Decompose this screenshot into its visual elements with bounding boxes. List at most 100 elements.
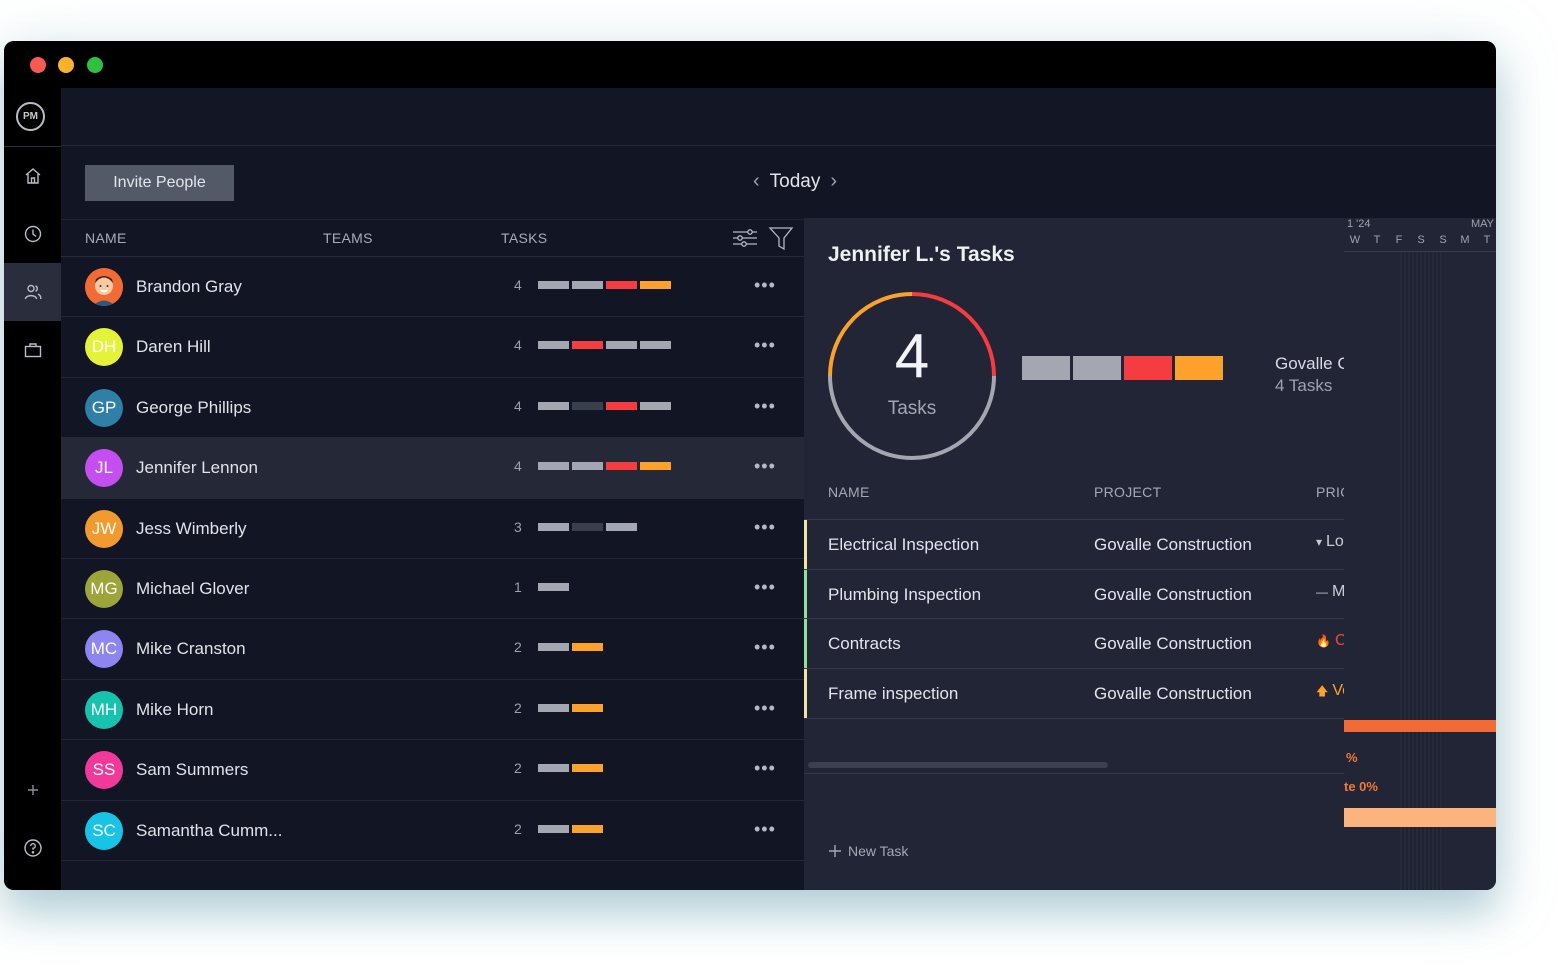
app-logo[interactable]: PM — [16, 102, 45, 131]
task-project: Govalle Construction — [1094, 584, 1252, 604]
task-count: 2 — [514, 820, 522, 837]
task-row[interactable]: Contracts Govalle Construction 🔥Critical — [804, 619, 1346, 670]
task-status-segment-red — [606, 281, 637, 289]
avatar: MH — [85, 690, 123, 729]
more-options-icon[interactable]: ••• — [754, 275, 776, 296]
sidebar-item-portfolio[interactable] — [4, 321, 61, 379]
person-row[interactable]: JL Jennifer Lennon 4 ••• — [61, 438, 804, 499]
task-count: 3 — [514, 518, 522, 535]
person-row[interactable]: Brandon Gray 4 ••• — [61, 257, 804, 318]
task-column-name[interactable]: NAME — [828, 484, 870, 500]
person-row[interactable]: SS Sam Summers 2 ••• — [61, 740, 804, 801]
person-row[interactable]: DH Daren Hill 4 ••• — [61, 317, 804, 378]
task-status-bars — [538, 703, 603, 712]
close-window-button[interactable] — [30, 57, 46, 73]
task-priority[interactable]: 🡅Very High — [1316, 682, 1346, 703]
gantt-task-bar[interactable] — [1344, 808, 1496, 827]
minimize-window-button[interactable] — [58, 57, 74, 73]
clock-icon — [24, 225, 41, 243]
maximize-window-button[interactable] — [87, 57, 103, 73]
task-row[interactable]: Plumbing Inspection Govalle Construction —… — [804, 569, 1346, 620]
person-name[interactable]: Brandon Gray — [136, 277, 242, 297]
person-name[interactable]: Mike Cranston — [136, 639, 246, 659]
task-column-priority[interactable]: PRIORITY — [1316, 484, 1346, 500]
team-panel: Invite People ‹ Today › NAME TEAMS TASKS… — [61, 147, 837, 890]
sidebar-item-home[interactable] — [4, 147, 61, 205]
more-options-icon[interactable]: ••• — [754, 456, 776, 477]
person-name[interactable]: Sam Summers — [136, 760, 248, 780]
task-row[interactable]: Frame inspection Govalle Construction 🡅Ver… — [804, 669, 1346, 719]
person-row[interactable]: SC Samantha Cumm... 2 ••• — [61, 801, 804, 861]
task-status-segment-red — [606, 401, 637, 410]
task-name[interactable]: Frame inspection — [828, 684, 958, 704]
person-name[interactable]: Jennifer Lennon — [136, 458, 258, 478]
more-options-icon[interactable]: ••• — [754, 698, 776, 719]
task-status-stripe — [804, 569, 807, 619]
detail-title: Jennifer L.'s Tasks — [828, 243, 1015, 266]
sidebar-add-button[interactable] — [4, 783, 61, 797]
more-options-icon[interactable]: ••• — [754, 819, 776, 840]
gantt-day-label: F — [1395, 234, 1403, 246]
sliders-icon[interactable] — [732, 225, 758, 251]
column-header-name[interactable]: NAME — [85, 230, 127, 246]
person-name[interactable]: Jess Wimberly — [136, 519, 247, 539]
avatar-initials: SC — [92, 820, 116, 840]
task-name[interactable]: Contracts — [828, 634, 901, 654]
task-status-segment-gray — [606, 341, 637, 350]
person-name[interactable]: Michael Glover — [136, 579, 249, 599]
more-options-icon[interactable]: ••• — [754, 517, 776, 538]
person-row[interactable]: MH Mike Horn 2 ••• — [61, 680, 804, 741]
task-total: 4 — [894, 322, 930, 391]
more-options-icon[interactable]: ••• — [754, 577, 776, 598]
horizontal-scrollbar[interactable] — [808, 762, 1108, 768]
task-name[interactable]: Electrical Inspection — [828, 535, 979, 555]
column-header-teams[interactable]: TEAMS — [323, 230, 373, 246]
task-priority[interactable]: —Medium — [1316, 583, 1346, 601]
more-options-icon[interactable]: ••• — [754, 335, 776, 356]
invite-people-button[interactable]: Invite People — [85, 165, 234, 201]
gantt-day-label: T — [1483, 234, 1491, 246]
task-status-segment-gray — [538, 824, 569, 833]
task-count: 1 — [514, 578, 522, 595]
gantt-task-bar[interactable] — [1344, 720, 1496, 732]
title-bar — [4, 41, 1496, 88]
task-priority[interactable]: ▾Low — [1316, 533, 1346, 551]
more-options-icon[interactable]: ••• — [754, 637, 776, 658]
person-name[interactable]: Daren Hill — [136, 337, 211, 357]
filter-icon[interactable] — [768, 225, 794, 251]
avatar-initials: SS — [92, 760, 116, 780]
task-status-bars — [1022, 356, 1223, 380]
more-options-icon[interactable]: ••• — [754, 758, 776, 779]
task-status-segment-gray — [538, 643, 569, 652]
person-name[interactable]: George Phillips — [136, 398, 251, 418]
gantt-day-labels: WTFSSMT — [1344, 234, 1496, 246]
person-row[interactable]: JW Jess Wimberly 3 ••• — [61, 499, 804, 559]
task-status-segment-gray — [538, 341, 569, 350]
task-column-project[interactable]: PROJECT — [1094, 484, 1161, 500]
task-count: 4 — [514, 337, 522, 354]
gantt-progress-label: % — [1346, 750, 1358, 765]
chevron-right-icon[interactable]: › — [830, 170, 837, 193]
column-header-tasks[interactable]: TASKS — [501, 230, 547, 246]
task-priority[interactable]: 🔥Critical — [1316, 632, 1346, 650]
gantt-header-divider — [1344, 251, 1496, 252]
task-status-segment-gray — [538, 462, 569, 471]
new-task-button[interactable]: New Task — [828, 843, 908, 859]
task-name[interactable]: Plumbing Inspection — [828, 585, 981, 605]
sidebar-help-button[interactable] — [4, 838, 61, 858]
person-name[interactable]: Samantha Cumm... — [136, 821, 282, 841]
chevron-left-icon[interactable]: ‹ — [753, 170, 760, 193]
priority-icon: 🡅 — [1316, 684, 1329, 699]
sidebar-item-time[interactable] — [4, 205, 61, 263]
task-row[interactable]: Electrical Inspection Govalle Constructio… — [804, 520, 1346, 570]
help-icon — [23, 839, 42, 857]
task-status-bars — [538, 401, 671, 410]
person-row[interactable]: MC Mike Cranston 2 ••• — [61, 619, 804, 680]
people-list: Brandon Gray 4 ••• DH Daren Hill 4 ••• GP George… — [61, 257, 804, 861]
person-row[interactable]: GP George Phillips 4 ••• — [61, 378, 804, 439]
person-row[interactable]: MG Michael Glover 1 ••• — [61, 559, 804, 620]
sidebar-item-people[interactable] — [4, 263, 61, 321]
today-button[interactable]: Today — [770, 171, 821, 193]
person-name[interactable]: Mike Horn — [136, 700, 213, 720]
more-options-icon[interactable]: ••• — [754, 396, 776, 417]
